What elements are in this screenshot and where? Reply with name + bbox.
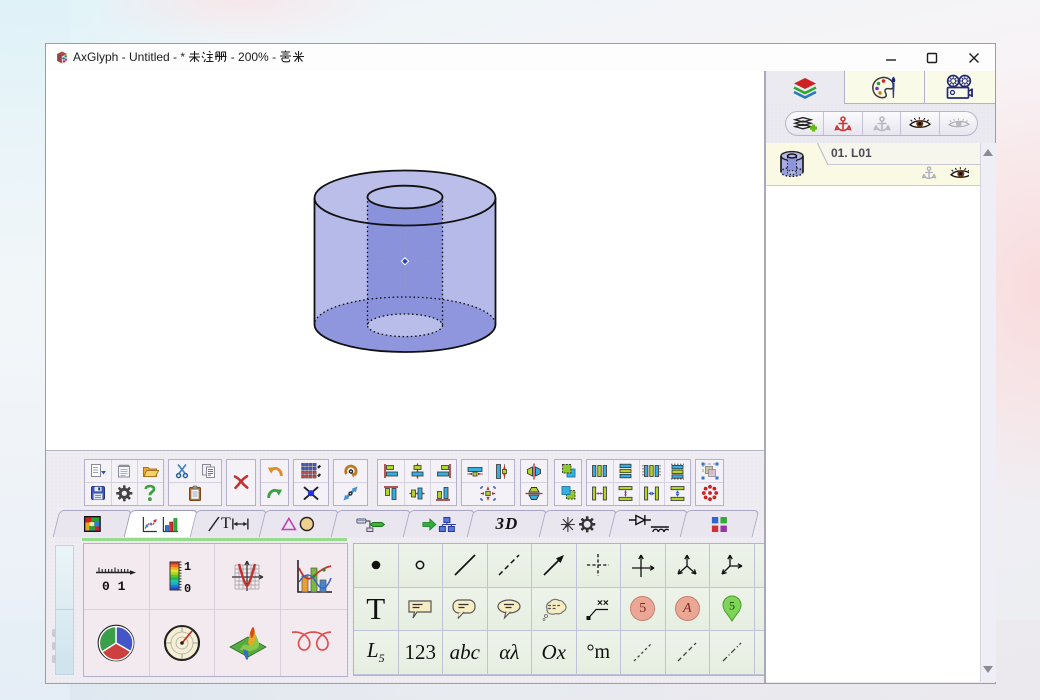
svg-text:0 1: 0 1 <box>102 579 126 592</box>
svg-text:××: ×× <box>597 598 609 609</box>
svg-text:0: 0 <box>184 582 191 595</box>
svg-text:1: 1 <box>184 560 191 574</box>
svg-text:5: 5 <box>729 598 735 612</box>
